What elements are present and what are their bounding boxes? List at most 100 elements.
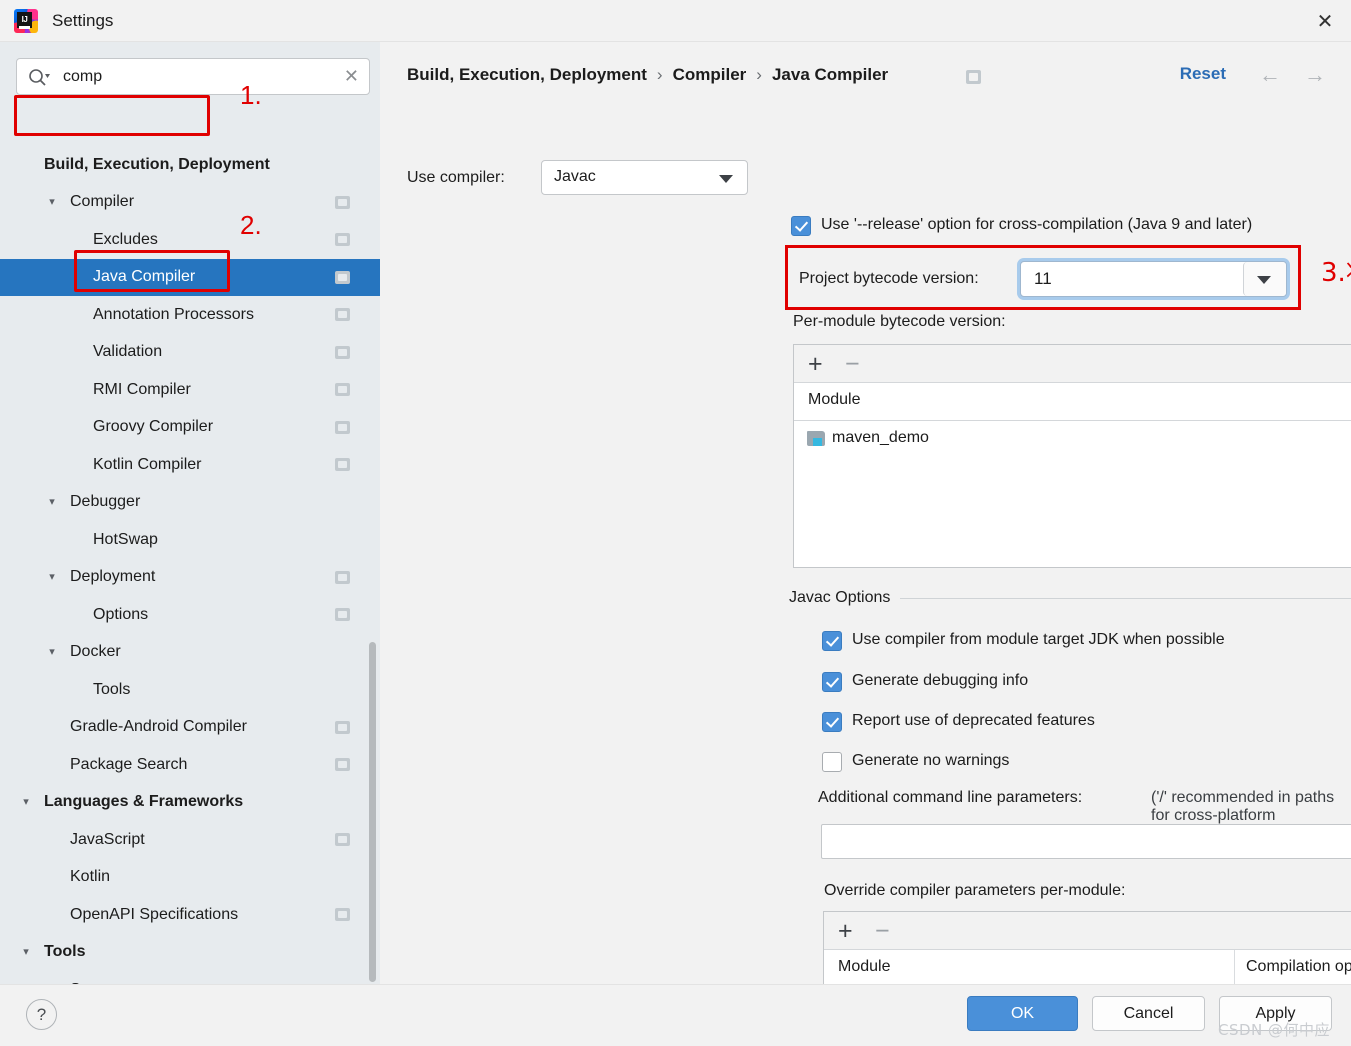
chevron-down-icon — [1257, 276, 1271, 284]
sidebar-item-label: Docker — [70, 643, 121, 661]
sidebar-item-groovy-compiler[interactable]: Groovy Compiler — [0, 409, 380, 447]
chevron-down-icon[interactable]: ▾ — [44, 196, 60, 208]
sidebar-item-compiler[interactable]: ▾ Compiler — [0, 184, 380, 222]
breadcrumb-item-1[interactable]: Compiler — [673, 65, 747, 85]
javac-option-checkbox-2[interactable] — [822, 712, 842, 732]
column-header-module: Module — [838, 958, 891, 975]
project-level-settings-icon — [335, 608, 350, 622]
sidebar-item-space[interactable]: Space — [0, 971, 380, 984]
project-bytecode-version-combo[interactable]: 11 — [1020, 261, 1287, 297]
chevron-down-icon[interactable]: ▾ — [44, 571, 60, 583]
sidebar-item-build-execution-deployment[interactable]: Build, Execution, Deployment — [0, 146, 380, 184]
sidebar-item-label: OpenAPI Specifications — [70, 905, 239, 923]
title-bar: IJ Settings ✕ — [0, 0, 1351, 42]
use-compiler-select[interactable]: Javac — [541, 160, 748, 195]
release-option-checkbox[interactable] — [791, 216, 811, 236]
arrow-left-icon[interactable]: ← — [1259, 62, 1281, 88]
additional-params-input[interactable]: ↗ — [821, 824, 1351, 859]
search-box[interactable]: ✕ — [16, 58, 370, 95]
sidebar-item-java-compiler[interactable]: Java Compiler — [0, 258, 380, 296]
clear-icon[interactable]: ✕ — [344, 66, 359, 87]
sidebar-item-rmi-compiler[interactable]: RMI Compiler — [0, 371, 380, 409]
annotation-label-step1: 1. — [240, 80, 262, 110]
sidebar-item-label: Build, Execution, Deployment — [44, 155, 270, 173]
intellij-idea-logo-icon: IJ — [14, 8, 38, 33]
project-level-settings-icon — [335, 420, 350, 434]
table-row[interactable]: maven_demo 11 — [794, 421, 1351, 459]
breadcrumb-item-0[interactable]: Build, Execution, Deployment — [407, 65, 647, 85]
sidebar-item-label: Package Search — [70, 755, 188, 773]
per-module-bytecode-label: Per-module bytecode version: — [793, 313, 1006, 330]
sidebar-item-debugger[interactable]: ▾ Debugger — [0, 484, 380, 522]
javac-options-section: Javac Options — [789, 589, 1351, 607]
project-level-settings-icon — [966, 70, 981, 84]
sidebar-item-label: Annotation Processors — [93, 305, 254, 323]
javac-option-label-0: Use compiler from module target JDK when… — [852, 631, 1225, 648]
sidebar-item-tools[interactable]: Tools — [0, 671, 380, 709]
sidebar-item-label: Java Compiler — [93, 268, 196, 286]
sidebar-item-excludes[interactable]: Excludes — [0, 221, 380, 259]
help-button[interactable]: ? — [26, 999, 57, 1030]
sidebar-item-label: Gradle-Android Compiler — [70, 718, 247, 736]
chevron-down-icon[interactable]: ▾ — [44, 496, 60, 508]
column-header-module: Module — [808, 391, 861, 408]
add-row-button[interactable]: + — [808, 351, 823, 377]
sidebar-item-hotswap[interactable]: HotSwap — [0, 521, 380, 559]
add-row-button[interactable]: + — [838, 918, 853, 944]
sidebar-item-tools[interactable]: ▾ Tools — [0, 934, 380, 972]
project-level-settings-icon — [335, 383, 350, 397]
sidebar-item-validation[interactable]: Validation — [0, 334, 380, 372]
sidebar-item-openapi-specifications[interactable]: OpenAPI Specifications — [0, 896, 380, 934]
sidebar-item-options[interactable]: Options — [0, 596, 380, 634]
settings-sidebar: ✕ 1. Build, Execution, Deployment ▾ Compil… — [0, 42, 380, 984]
ok-button[interactable]: OK — [967, 996, 1078, 1031]
sidebar-item-gradle-android-compiler[interactable]: Gradle-Android Compiler — [0, 709, 380, 747]
sidebar-item-label: Languages & Frameworks — [44, 793, 244, 811]
search-icon — [29, 69, 50, 86]
chevron-down-icon[interactable]: ▾ — [18, 946, 34, 958]
sidebar-item-kotlin-compiler[interactable]: Kotlin Compiler — [0, 446, 380, 484]
sidebar-item-label: Tools — [44, 943, 86, 961]
chevron-down-icon[interactable]: ▾ — [44, 646, 60, 658]
project-level-settings-icon — [335, 758, 350, 772]
remove-row-button[interactable]: − — [875, 918, 890, 944]
sidebar-item-label: Deployment — [70, 568, 156, 586]
sidebar-scrollbar[interactable] — [369, 642, 376, 982]
cancel-button[interactable]: Cancel — [1092, 996, 1205, 1031]
use-compiler-value: Javac — [554, 168, 596, 185]
sidebar-item-label: Kotlin Compiler — [93, 455, 202, 473]
project-level-settings-icon — [335, 270, 350, 284]
reset-button[interactable]: Reset — [1180, 64, 1226, 84]
remove-row-button[interactable]: − — [845, 351, 860, 377]
javac-option-checkbox-3[interactable] — [822, 752, 842, 772]
javac-option-label-2: Report use of deprecated features — [852, 712, 1095, 729]
project-level-settings-icon — [335, 195, 350, 209]
javac-option-checkbox-1[interactable] — [822, 672, 842, 692]
javac-option-checkbox-0[interactable] — [822, 631, 842, 651]
close-icon[interactable]: ✕ — [1299, 0, 1351, 42]
column-header-compilation-options: Compilation options — [1246, 958, 1351, 975]
sidebar-item-kotlin[interactable]: Kotlin — [0, 859, 380, 897]
sidebar-item-languages-frameworks[interactable]: ▾ Languages & Frameworks — [0, 784, 380, 822]
sidebar-item-label: Kotlin — [70, 868, 111, 886]
sidebar-item-label: Excludes — [93, 230, 158, 248]
settings-main-panel: Build, Execution, Deployment › Compiler › Ja… — [381, 42, 1351, 984]
project-level-settings-icon — [335, 458, 350, 472]
project-level-settings-icon — [335, 233, 350, 247]
sidebar-item-deployment[interactable]: ▾ Deployment — [0, 559, 380, 597]
breadcrumb: Build, Execution, Deployment › Compiler › Ja… — [407, 65, 888, 85]
sidebar-item-label: RMI Compiler — [93, 380, 191, 398]
override-params-table: + − Module Compilation options — [823, 911, 1351, 984]
cell-module-name: maven_demo — [832, 429, 929, 446]
project-bytecode-version-value: 11 — [1034, 269, 1052, 288]
arrow-right-icon[interactable]: → — [1304, 62, 1326, 88]
sidebar-item-javascript[interactable]: JavaScript — [0, 821, 380, 859]
settings-tree: Build, Execution, Deployment ▾ Compiler Exc… — [0, 146, 380, 984]
module-icon — [807, 431, 825, 446]
sidebar-item-annotation-processors[interactable]: Annotation Processors — [0, 296, 380, 334]
search-input[interactable] — [61, 59, 321, 94]
sidebar-item-package-search[interactable]: Package Search — [0, 746, 380, 784]
breadcrumb-separator: › — [756, 65, 762, 84]
chevron-down-icon[interactable]: ▾ — [18, 796, 34, 808]
sidebar-item-docker[interactable]: ▾ Docker — [0, 634, 380, 672]
